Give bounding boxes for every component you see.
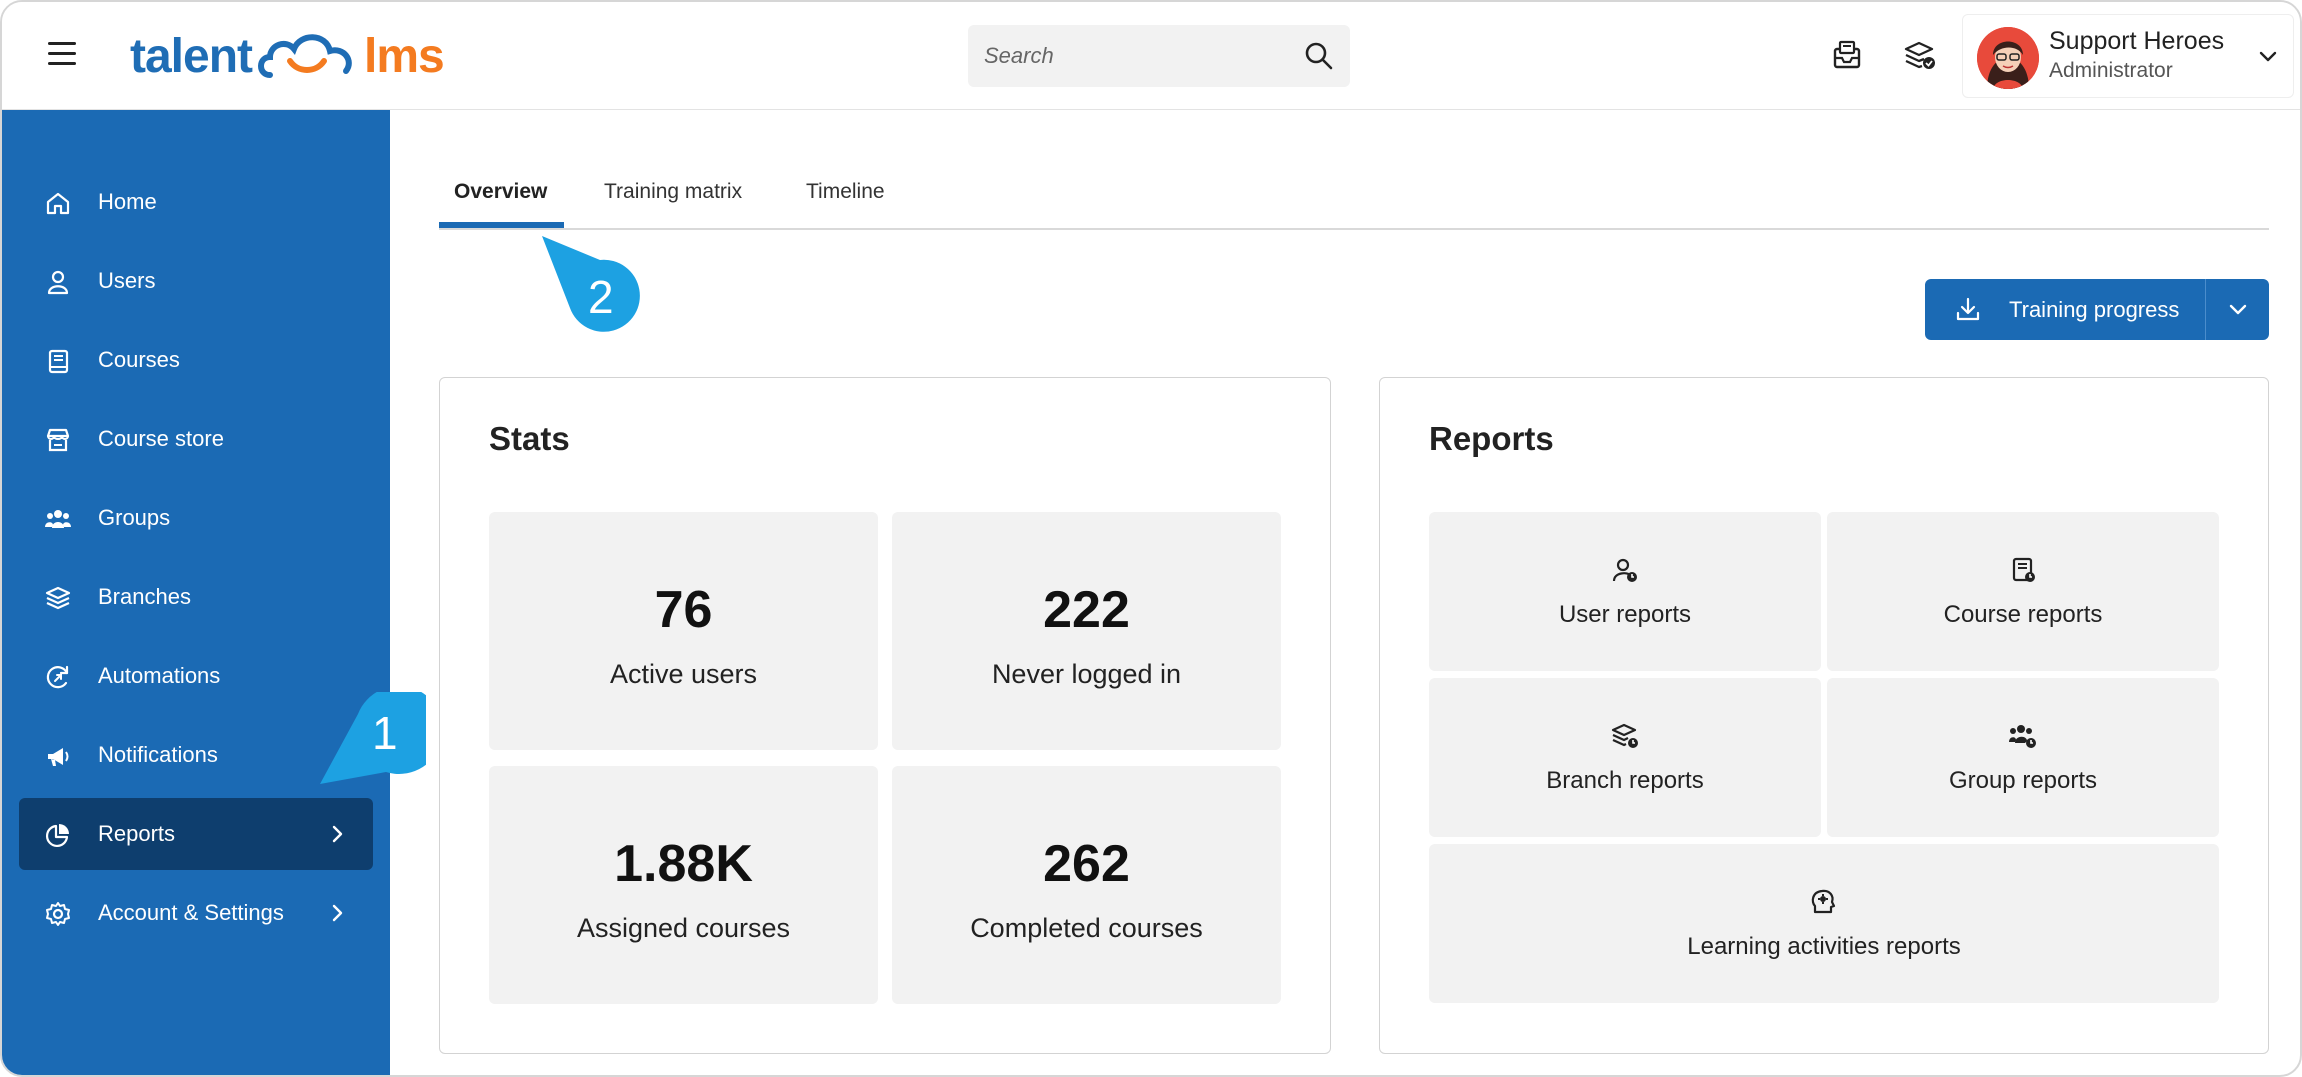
megaphone-icon <box>48 748 69 766</box>
chevron-right-icon <box>332 904 343 922</box>
chevron-down-icon <box>2259 51 2277 62</box>
tab-bar: Overview Training matrix Timeline <box>439 162 2269 230</box>
callout-number: 1 <box>372 707 398 759</box>
hamburger-menu-icon[interactable] <box>48 42 76 66</box>
user-menu[interactable]: Support Heroes Administrator <box>1962 14 2294 98</box>
user-reports-card[interactable]: User reports <box>1429 512 1821 671</box>
sidebar-item-label: Courses <box>98 347 180 372</box>
sidebar-item-course-store[interactable]: Course store <box>19 403 373 475</box>
branch-report-icon <box>1611 723 1638 748</box>
groups-icon <box>45 510 71 528</box>
report-label: User reports <box>1558 601 1692 628</box>
report-label: Course reports <box>1943 601 2103 628</box>
reports-panel: Reports User reports Course reports Bran… <box>1379 377 2269 1054</box>
search-box <box>968 25 1350 87</box>
sidebar-item-label: Home <box>98 189 157 214</box>
user-name: Support Heroes <box>2049 27 2225 55</box>
sidebar: Home Users Courses Course store Groups B… <box>2 110 390 1075</box>
report-label: Branch reports <box>1546 767 1704 794</box>
stat-card-never-logged-in: 222 Never logged in <box>892 512 1281 750</box>
top-bar: talent lms Search Support Heroes Adminis… <box>2 2 2300 110</box>
automation-icon <box>46 665 69 689</box>
sidebar-item-users[interactable]: Users <box>19 245 373 317</box>
training-progress-label: Training progress <box>2009 297 2180 322</box>
search-icon[interactable] <box>1304 41 1334 71</box>
learning-activities-reports-card[interactable]: Learning activities reports <box>1429 844 2219 1003</box>
tab-training-matrix[interactable]: Training matrix <box>604 180 742 204</box>
download-icon <box>1956 297 1980 321</box>
stat-value: 1.88K <box>614 835 753 893</box>
stat-card-completed-courses: 262 Completed courses <box>892 766 1281 1004</box>
talentlms-logo[interactable]: talent lms <box>130 26 445 86</box>
user-role: Administrator <box>2049 59 2173 82</box>
sidebar-item-groups[interactable]: Groups <box>19 482 373 554</box>
callout-2: 2 <box>542 236 644 336</box>
sidebar-item-label: Course store <box>98 426 224 451</box>
course-reports-card[interactable]: Course reports <box>1827 512 2219 671</box>
book-icon <box>48 349 69 374</box>
stat-card-assigned-courses: 1.88K Assigned courses <box>489 766 878 1004</box>
sidebar-item-account-settings[interactable]: Account & Settings <box>19 877 373 949</box>
learning-activities-icon <box>1811 889 1836 914</box>
pie-chart-icon <box>45 824 69 848</box>
stat-label: Active users <box>609 659 758 689</box>
sidebar-item-courses[interactable]: Courses <box>19 324 373 396</box>
store-icon <box>46 428 70 452</box>
reports-title: Reports <box>1429 420 1554 457</box>
stat-value: 222 <box>1043 581 1130 639</box>
home-icon <box>46 192 70 215</box>
tab-overview[interactable]: Overview <box>454 180 547 204</box>
group-reports-card[interactable]: Group reports <box>1827 678 2219 837</box>
search-input[interactable] <box>968 25 1288 87</box>
tab-timeline[interactable]: Timeline <box>806 180 885 204</box>
stat-label: Completed courses <box>970 913 1203 943</box>
sidebar-item-label: Automations <box>98 663 221 688</box>
messages-icon[interactable] <box>1830 38 1864 72</box>
stats-title: Stats <box>489 420 570 457</box>
stat-label: Assigned courses <box>576 913 791 943</box>
sidebar-item-branches[interactable]: Branches <box>19 561 373 633</box>
branches-switch-icon[interactable] <box>1902 38 1936 72</box>
callout-number: 2 <box>588 271 614 323</box>
avatar <box>1977 27 2039 89</box>
cloud-smile-icon <box>258 34 352 78</box>
user-icon <box>47 270 69 295</box>
training-progress-button[interactable]: Training progress <box>1925 279 2205 340</box>
stat-value: 262 <box>1043 835 1130 893</box>
chevron-down-icon <box>2229 304 2247 315</box>
sidebar-item-label: Account & Settings <box>98 900 284 925</box>
sidebar-item-label: Users <box>98 268 156 293</box>
gear-icon <box>46 902 70 926</box>
course-report-icon <box>2012 557 2035 582</box>
stat-card-active-users: 76 Active users <box>489 512 878 750</box>
active-tab-indicator <box>439 222 564 228</box>
stat-label: Never logged in <box>991 659 1182 689</box>
training-progress-dropdown[interactable] <box>2205 279 2269 340</box>
sidebar-item-label: Reports <box>98 821 176 846</box>
group-report-icon <box>2009 725 2036 748</box>
branch-reports-card[interactable]: Branch reports <box>1429 678 1821 837</box>
sidebar-item-label: Branches <box>98 584 191 609</box>
sidebar-item-reports[interactable]: Reports <box>19 798 373 870</box>
user-report-icon <box>1612 558 1637 582</box>
callout-1: 1 <box>320 692 426 792</box>
report-label: Group reports <box>1948 767 2098 794</box>
sidebar-item-home[interactable]: Home <box>19 166 373 238</box>
report-label: Learning activities reports <box>1687 933 1961 960</box>
stat-value: 76 <box>654 581 713 639</box>
sidebar-item-label: Notifications <box>98 742 218 767</box>
sidebar-item-label: Groups <box>98 505 171 530</box>
app-window: talent lms Search Support Heroes Adminis… <box>0 0 2302 1077</box>
stats-panel: Stats 76 Active users 222 Never logged i… <box>439 377 1331 1054</box>
training-progress-split-button: Training progress <box>1925 279 2269 340</box>
layers-icon <box>45 586 71 610</box>
chevron-right-icon <box>332 825 343 843</box>
